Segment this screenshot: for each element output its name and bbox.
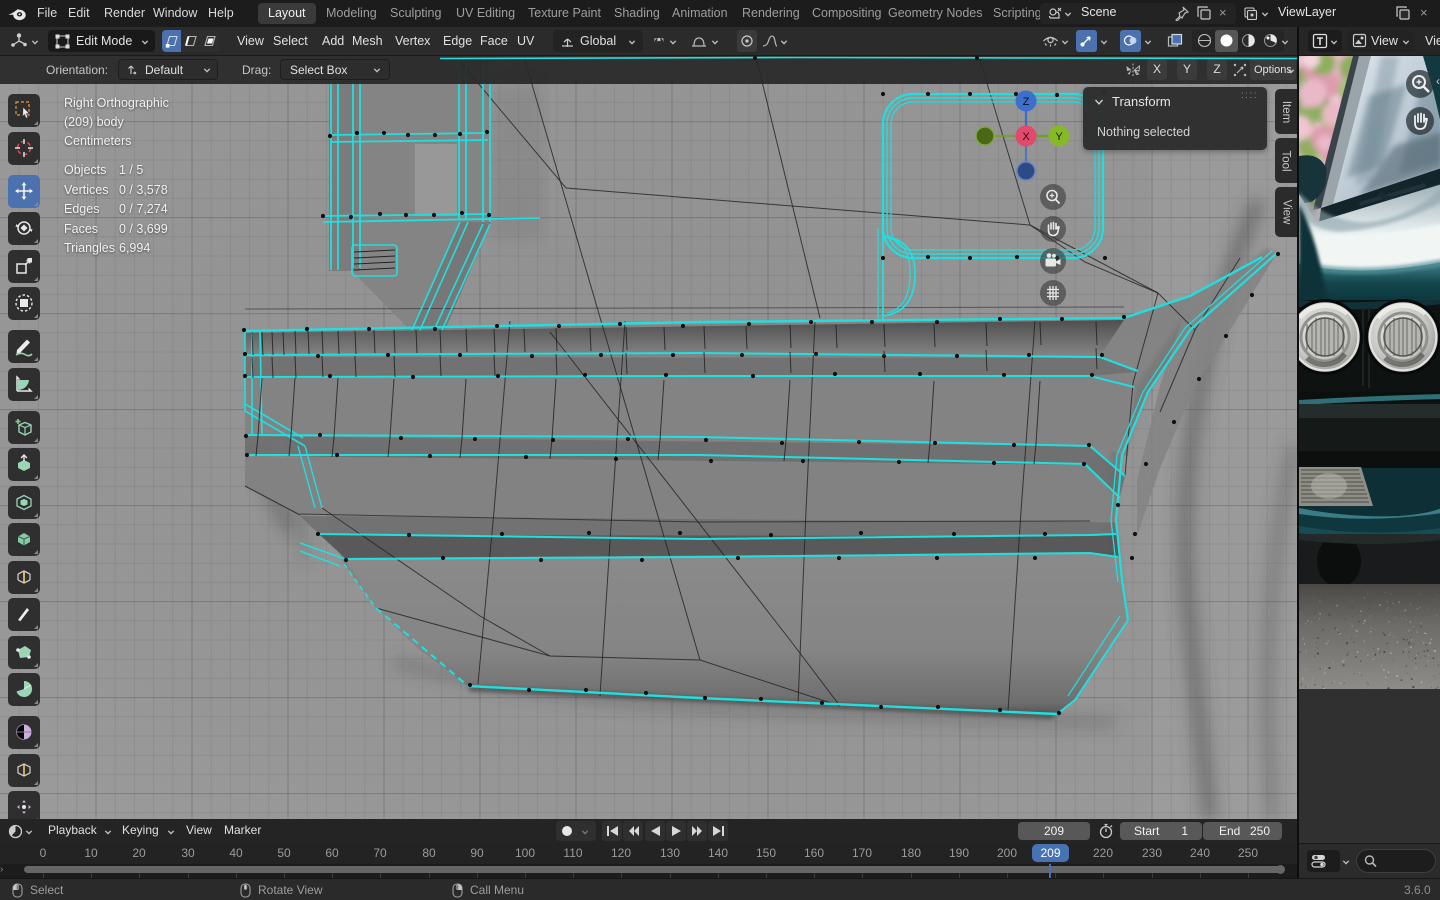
- svg-text:Y: Y: [1055, 131, 1063, 143]
- svg-text:Z: Z: [1023, 96, 1030, 108]
- svg-text:X: X: [1022, 131, 1030, 143]
